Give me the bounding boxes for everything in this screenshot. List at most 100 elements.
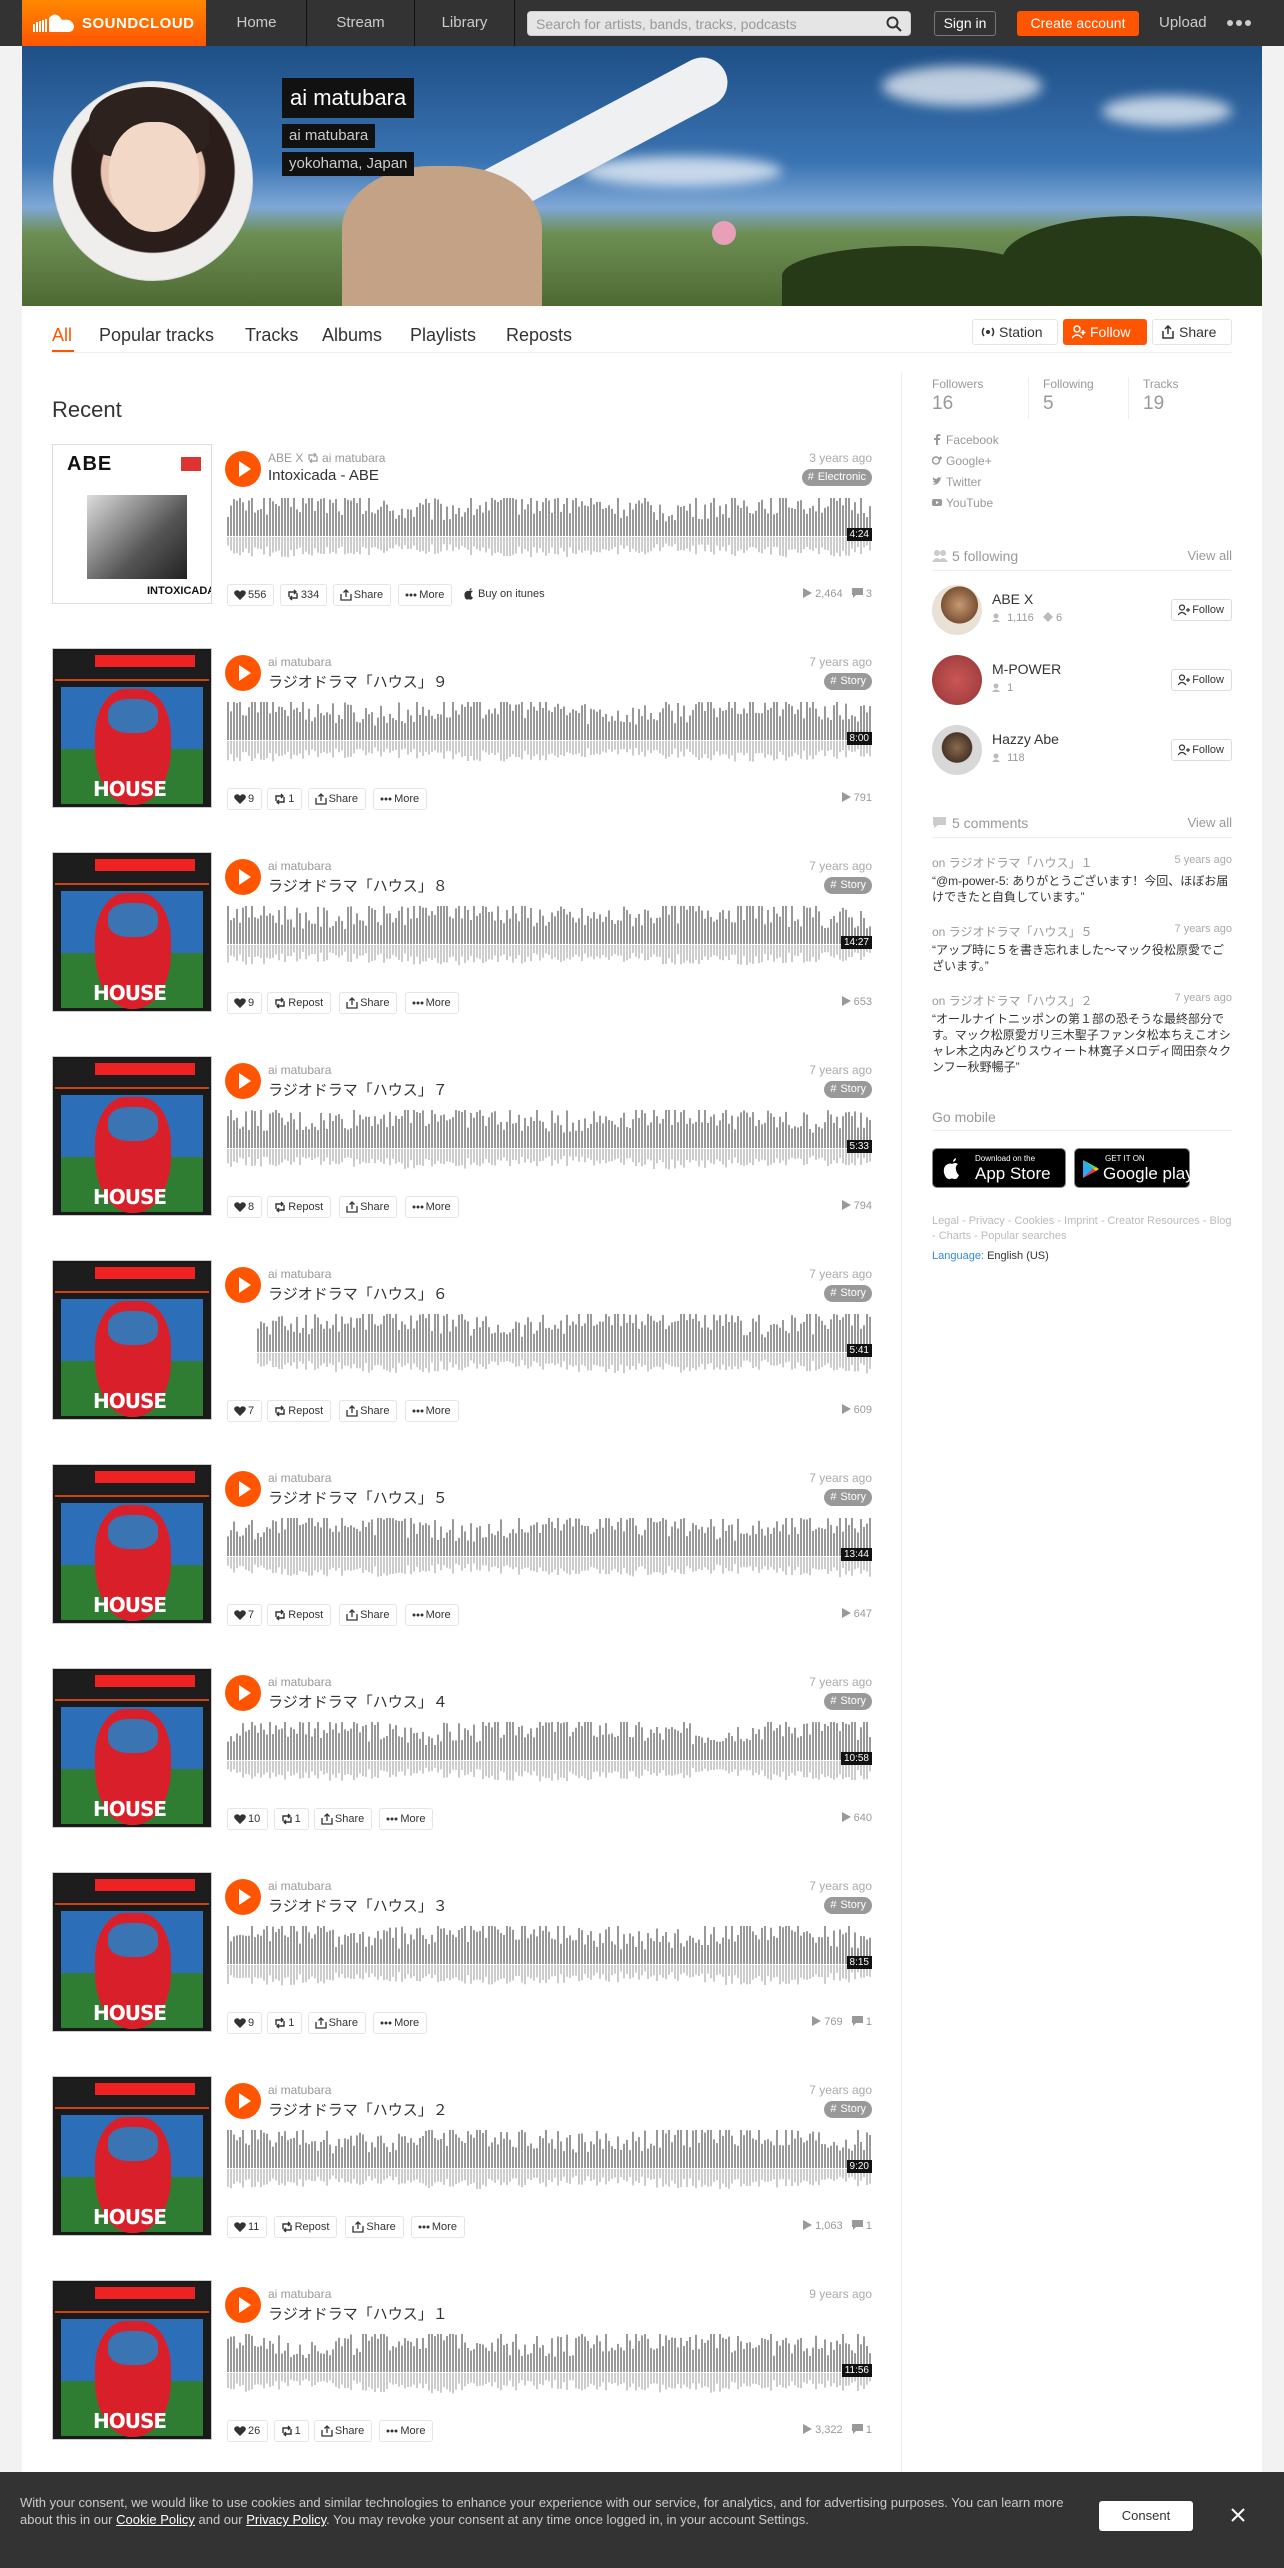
waveform[interactable]: [227, 1518, 872, 1578]
tab-playlists[interactable]: Playlists: [410, 325, 476, 346]
track-title[interactable]: ラジオドラマ「ハウス」１: [268, 2303, 448, 2324]
track-title[interactable]: ラジオドラマ「ハウス」３: [268, 1895, 448, 1916]
privacy-policy-link[interactable]: Privacy Policy: [246, 2512, 326, 2527]
play-button[interactable]: [225, 859, 261, 895]
more-button[interactable]: More: [410, 2216, 465, 2238]
stat-followers[interactable]: Followers 16: [932, 377, 1032, 415]
social-link-twitter[interactable]: Twitter: [932, 475, 981, 489]
follow-button[interactable]: Follow: [1063, 319, 1147, 345]
follow-user-button[interactable]: Follow: [1171, 669, 1232, 691]
google-play-badge[interactable]: GET IT ON Google play: [1074, 1148, 1194, 1188]
more-button[interactable]: More: [404, 1196, 459, 1218]
like-button[interactable]: 7: [227, 1604, 263, 1626]
waveform[interactable]: [227, 702, 872, 762]
nav-library[interactable]: Library: [415, 0, 515, 46]
track-artwork[interactable]: ABE INTOXICADA: [52, 444, 212, 604]
tab-reposts[interactable]: Reposts: [506, 325, 572, 346]
comment-count[interactable]: 1: [866, 2220, 872, 2232]
comment-item[interactable]: on ラジオドラマ「ハウス」５ 7 years ago “アップ時に５を書き忘れ…: [932, 923, 1232, 974]
track-artwork[interactable]: HOUSE: [52, 852, 212, 1012]
footer-links[interactable]: Legal - Privacy - Cookies - Imprint - Cr…: [932, 1214, 1232, 1244]
reposted-by[interactable]: ai matubara: [322, 451, 385, 465]
track-title[interactable]: ラジオドラマ「ハウス」８: [268, 875, 448, 896]
genre-tag[interactable]: Story: [824, 673, 872, 690]
genre-tag[interactable]: Story: [824, 1285, 872, 1302]
search-input[interactable]: [528, 12, 868, 35]
more-button[interactable]: More: [404, 992, 459, 1014]
view-all-following-link[interactable]: View all: [1187, 548, 1232, 563]
track-artwork[interactable]: HOUSE: [52, 1260, 212, 1420]
like-button[interactable]: 11: [227, 2216, 268, 2238]
waveform[interactable]: [227, 1110, 872, 1170]
like-button[interactable]: 8: [227, 1196, 263, 1218]
track-user[interactable]: ai matubara: [268, 1879, 331, 1893]
more-button[interactable]: More: [379, 2420, 434, 2442]
repost-button[interactable]: Repost: [267, 1196, 332, 1218]
search-icon[interactable]: [886, 16, 902, 32]
stat-tracks[interactable]: Tracks 19: [1143, 377, 1243, 415]
app-store-badge[interactable]: Download on the App Store: [932, 1148, 1066, 1188]
social-link-googleplus[interactable]: Google+: [932, 454, 992, 468]
more-options-icon[interactable]: [1226, 14, 1252, 32]
track-user[interactable]: ai matubara: [268, 1267, 331, 1281]
share-button[interactable]: Share: [339, 1604, 398, 1626]
following-name[interactable]: M-POWER: [992, 661, 1061, 677]
repost-button[interactable]: Repost: [267, 1604, 332, 1626]
waveform[interactable]: [227, 1314, 872, 1374]
following-name[interactable]: ABE X: [992, 591, 1033, 607]
buy-itunes-link[interactable]: Buy on itunes: [464, 588, 545, 600]
track-artwork[interactable]: HOUSE: [52, 1668, 212, 1828]
share-button[interactable]: Share: [339, 992, 398, 1014]
tab-tracks[interactable]: Tracks: [245, 325, 298, 346]
track-artwork[interactable]: HOUSE: [52, 2076, 212, 2236]
like-button[interactable]: 10: [227, 1808, 269, 1830]
share-button[interactable]: Share: [1152, 319, 1232, 345]
play-button[interactable]: [225, 2083, 261, 2119]
repost-button[interactable]: 1: [267, 2012, 303, 2034]
consent-button[interactable]: Consent: [1099, 2501, 1193, 2531]
repost-button[interactable]: 1: [273, 2420, 309, 2442]
play-button[interactable]: [225, 655, 261, 691]
waveform[interactable]: [227, 2130, 872, 2190]
play-button[interactable]: [225, 1267, 261, 1303]
like-button[interactable]: 9: [227, 2012, 263, 2034]
like-button[interactable]: 9: [227, 788, 263, 810]
share-button[interactable]: Share: [332, 584, 392, 606]
social-link-facebook[interactable]: Facebook: [932, 433, 999, 447]
tab-popular-tracks[interactable]: Popular tracks: [99, 325, 214, 346]
repost-button[interactable]: 1: [273, 1808, 309, 1830]
avatar[interactable]: [932, 585, 982, 635]
track-artwork[interactable]: HOUSE: [52, 1056, 212, 1216]
track-artwork[interactable]: HOUSE: [52, 1872, 212, 2032]
following-item[interactable]: ABE X 1,116 6 Follow: [932, 585, 1232, 635]
tab-albums[interactable]: Albums: [322, 325, 382, 346]
track-artwork[interactable]: HOUSE: [52, 648, 212, 808]
soundcloud-logo[interactable]: SOUNDCLOUD: [22, 0, 206, 46]
share-button[interactable]: Share: [307, 788, 366, 810]
play-button[interactable]: [225, 1063, 261, 1099]
track-user[interactable]: ai matubara: [268, 2083, 331, 2097]
play-button[interactable]: [225, 451, 261, 487]
comment-track-link[interactable]: ラジオドラマ「ハウス」５: [949, 925, 1093, 939]
track-title[interactable]: ラジオドラマ「ハウス」７: [268, 1079, 448, 1100]
more-button[interactable]: More: [373, 788, 428, 810]
language-selector[interactable]: Language: English (US): [932, 1250, 1049, 1262]
waveform[interactable]: [227, 1926, 872, 1986]
more-button[interactable]: More: [404, 1400, 459, 1422]
play-button[interactable]: [225, 2287, 261, 2323]
following-item[interactable]: Hazzy Abe 118 Follow: [932, 725, 1232, 775]
play-button[interactable]: [225, 1879, 261, 1915]
comment-item[interactable]: on ラジオドラマ「ハウス」２ 7 years ago “オールナイトニッポンの…: [932, 992, 1232, 1075]
track-title[interactable]: ラジオドラマ「ハウス」９: [268, 671, 448, 692]
comment-track-link[interactable]: ラジオドラマ「ハウス」１: [949, 856, 1093, 870]
like-button[interactable]: 7: [227, 1400, 263, 1422]
track-title[interactable]: ラジオドラマ「ハウス」２: [268, 2099, 448, 2120]
comment-count[interactable]: 1: [866, 2424, 872, 2436]
avatar[interactable]: [932, 725, 982, 775]
upload-link[interactable]: Upload: [1159, 0, 1207, 46]
track-user[interactable]: ai matubara: [268, 2287, 331, 2301]
genre-tag[interactable]: Story: [824, 877, 872, 894]
like-button[interactable]: 26: [227, 2420, 269, 2442]
track-artwork[interactable]: HOUSE: [52, 1464, 212, 1624]
like-button[interactable]: 9: [227, 992, 263, 1014]
